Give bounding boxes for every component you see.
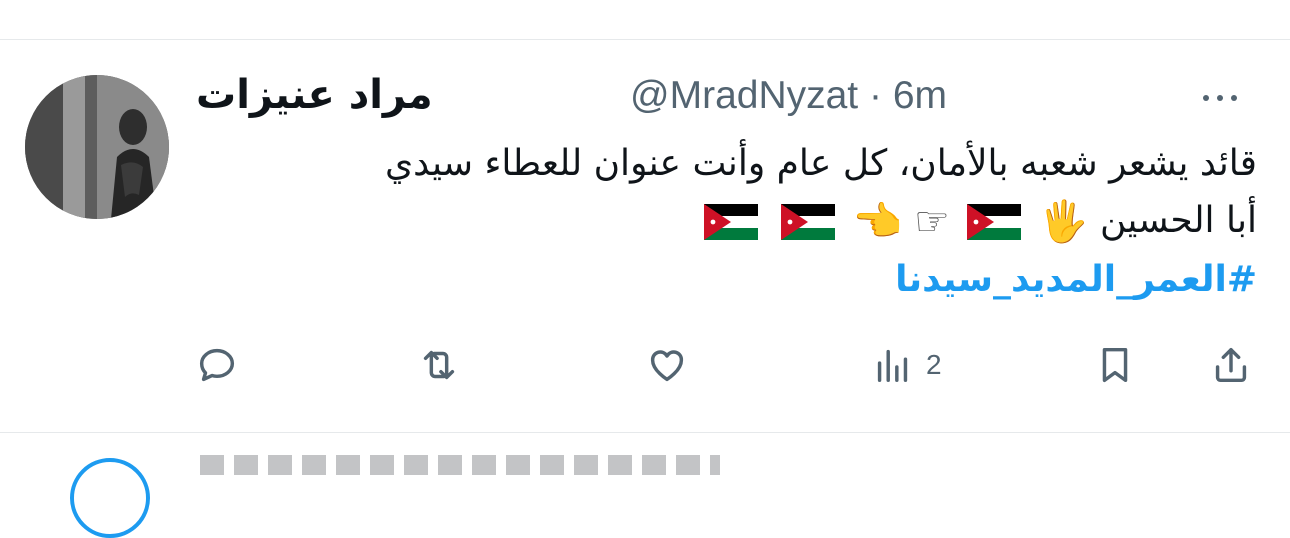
more-horizontal-icon[interactable] xyxy=(1198,86,1242,110)
raised-hand-emoji: 🖐 xyxy=(1038,198,1089,245)
next-tweet-avatar[interactable] xyxy=(70,458,150,538)
bottom-divider xyxy=(0,432,1290,433)
author-display-name[interactable]: مراد عنيزات xyxy=(196,72,433,118)
views-button[interactable]: 2 xyxy=(870,340,942,390)
tweet-header: مراد عنيزات @MradNyzat · 6m xyxy=(190,70,1270,126)
tweet-actions-bar: 2 xyxy=(190,340,1260,390)
reply-icon xyxy=(199,348,235,382)
pointing-hand-outline-emoji: ☞ xyxy=(913,198,950,245)
views-count: 2 xyxy=(926,349,942,380)
tweet-timestamp[interactable]: 6m xyxy=(893,74,947,117)
author-handle[interactable]: @MradNyzat xyxy=(630,74,858,117)
views-chart-icon xyxy=(877,349,908,383)
bookmark-icon xyxy=(1102,347,1128,383)
share-button[interactable] xyxy=(1208,340,1254,390)
like-button[interactable] xyxy=(644,340,690,390)
tweet-line-2: أبا الحسين 🖐 ☞ 👈 xyxy=(190,192,1257,251)
meta-separator: · xyxy=(868,74,882,117)
top-divider xyxy=(0,39,1290,40)
avatar-photo xyxy=(25,75,169,219)
jordan-flag-icon xyxy=(781,204,836,240)
retweet-button[interactable] xyxy=(416,340,462,390)
bookmark-button[interactable] xyxy=(1092,340,1138,390)
tweet-line-1: قائد يشعر شعبه بالأمان، كل عام وأنت عنوا… xyxy=(384,143,1257,184)
reply-button[interactable] xyxy=(194,340,240,390)
jordan-flag-icon xyxy=(967,204,1022,240)
tweet-hashtag-link[interactable]: #العمر_المديد_سيدنا xyxy=(190,251,1257,308)
tweet-text: قائد يشعر شعبه بالأمان، كل عام وأنت عنوا… xyxy=(190,135,1257,308)
tweet-line-2-text: أبا الحسين xyxy=(1099,200,1257,241)
author-avatar[interactable] xyxy=(25,75,169,219)
retweet-icon xyxy=(423,350,455,380)
next-tweet-preview xyxy=(200,455,720,475)
author-meta: @MradNyzat · 6m xyxy=(630,74,947,118)
share-icon xyxy=(1215,347,1247,383)
pointing-hand-emoji: 👈 xyxy=(852,198,903,245)
heart-icon xyxy=(650,350,684,382)
jordan-flag-icon xyxy=(703,204,758,240)
